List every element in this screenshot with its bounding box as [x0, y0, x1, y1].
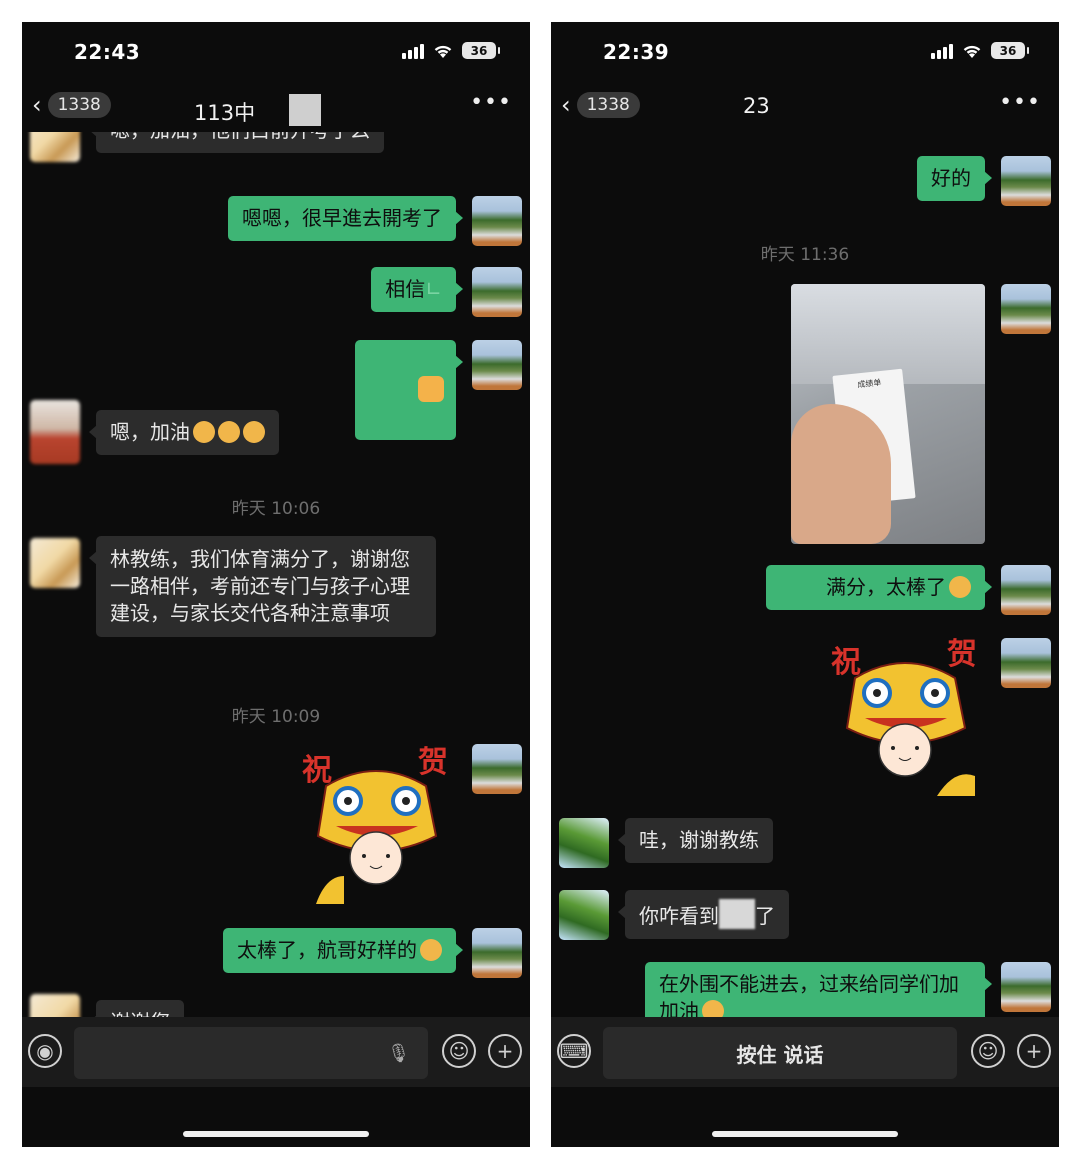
- my-avatar[interactable]: [1001, 156, 1051, 206]
- input-bar: ◉ 🎙 ☺ +: [22, 1017, 530, 1087]
- my-avatar[interactable]: [1001, 962, 1051, 1012]
- my-avatar[interactable]: [1001, 638, 1051, 688]
- message-bubble-incoming[interactable]: 嗯，加油，他们白前开考了么: [89, 132, 384, 153]
- message-input[interactable]: 🎙: [74, 1027, 428, 1079]
- message-bubble-incoming[interactable]: 嗯，加油: [89, 410, 279, 455]
- hold-to-talk-button[interactable]: 按住 说话: [603, 1027, 957, 1079]
- my-avatar[interactable]: [472, 744, 522, 794]
- status-bar: 22:43 36: [22, 22, 530, 84]
- emoji-icon[interactable]: ☺: [442, 1034, 476, 1068]
- message-bubble-outgoing[interactable]: 嗯嗯，很早進去開考了: [228, 196, 463, 241]
- my-avatar[interactable]: [472, 340, 522, 390]
- timestamp: 昨天 11:36: [760, 245, 850, 265]
- input-bar: ⌨ 按住 说话 ☺ +: [551, 1017, 1059, 1087]
- message-bubble-incoming[interactable]: 林教练，我们体育满分了，谢谢您一路相伴，考前还专门与孩子心理建设，与家长交代各种…: [89, 536, 436, 637]
- status-bar: 22:39 36: [551, 22, 1059, 84]
- wifi-icon: [434, 45, 452, 58]
- fist-emoji-icon: [418, 376, 444, 402]
- more-options-icon[interactable]: •••: [999, 90, 1041, 115]
- message-bubble-outgoing[interactable]: [355, 340, 463, 440]
- message-bubble-outgoing[interactable]: 满分，太棒了: [766, 565, 992, 610]
- message-bubble-incoming[interactable]: 你咋看到了: [618, 890, 789, 939]
- svg-text:贺: 贺: [947, 638, 977, 672]
- timestamp: 昨天 10:06: [231, 499, 321, 519]
- redacted-block: [719, 899, 755, 929]
- contact-avatar[interactable]: [559, 818, 609, 868]
- signal-icon: [402, 43, 424, 59]
- message-bubble-outgoing[interactable]: 相信∟: [371, 267, 463, 312]
- back-button[interactable]: ‹ 1338: [32, 92, 111, 118]
- message-list[interactable]: 好的 昨天 11:36 成绩单 满分，太棒了 祝 贺 哇，谢谢教练 你咋看到 了…: [551, 132, 1059, 1029]
- message-bubble-incoming[interactable]: 哇，谢谢教练: [618, 818, 773, 863]
- lion-dance-sticker[interactable]: 祝 贺: [825, 638, 985, 798]
- message-bubble-outgoing[interactable]: 好的: [917, 156, 992, 201]
- svg-text:贺: 贺: [418, 746, 448, 780]
- message-bubble-outgoing[interactable]: 太棒了，航哥好样的: [223, 928, 463, 973]
- home-indicator[interactable]: [712, 1131, 898, 1137]
- chevron-left-icon: ‹: [561, 91, 571, 119]
- back-button[interactable]: ‹ 1338: [561, 92, 640, 118]
- plus-icon[interactable]: +: [1017, 1034, 1051, 1068]
- home-indicator[interactable]: [183, 1131, 369, 1137]
- battery-icon: 36: [991, 42, 1029, 59]
- my-avatar[interactable]: [472, 928, 522, 978]
- svg-text:祝: 祝: [831, 645, 861, 680]
- unread-count-badge: 1338: [576, 92, 640, 118]
- hand-image: [791, 404, 891, 544]
- chat-title: 23: [743, 94, 770, 118]
- praying-hands-icon: [193, 421, 215, 443]
- photo-message[interactable]: 成绩单: [791, 284, 985, 544]
- redacted-block: [289, 94, 322, 126]
- timestamp: 昨天 10:09: [231, 707, 321, 727]
- contact-avatar[interactable]: [559, 890, 609, 940]
- chat-title: 113中: [194, 94, 322, 127]
- unread-count-badge: 1338: [47, 92, 111, 118]
- chat-screen-right: 22:39 36 ‹ 1338 23 ••• 好的 昨天 11:36 成绩单 满…: [551, 22, 1059, 1147]
- my-avatar[interactable]: [472, 267, 522, 317]
- microphone-icon[interactable]: 🎙: [387, 1043, 410, 1064]
- contact-avatar[interactable]: [30, 132, 80, 162]
- my-avatar[interactable]: [1001, 284, 1051, 334]
- voice-mode-icon[interactable]: ◉: [28, 1034, 62, 1068]
- thumbs-up-icon: [420, 939, 442, 961]
- chat-header: ‹ 1338 23 •••: [551, 84, 1059, 132]
- signal-icon: [931, 43, 953, 59]
- plus-icon[interactable]: +: [488, 1034, 522, 1068]
- wifi-icon: [963, 45, 981, 58]
- chat-screen-left: 22:43 36 ‹ 1338 113中 ••• 嗯，加油，他们白前开考了么 嗯…: [22, 22, 530, 1147]
- chat-header: ‹ 1338 113中 •••: [22, 84, 530, 132]
- lion-dance-sticker[interactable]: 祝 贺: [296, 746, 456, 906]
- status-time: 22:43: [74, 40, 141, 64]
- keyboard-icon[interactable]: ⌨: [557, 1034, 591, 1068]
- svg-text:祝: 祝: [302, 753, 332, 788]
- status-time: 22:39: [603, 40, 670, 64]
- emoji-icon[interactable]: ☺: [971, 1034, 1005, 1068]
- thumbs-up-icon: [949, 576, 971, 598]
- praying-hands-icon: [218, 421, 240, 443]
- battery-icon: 36: [462, 42, 500, 59]
- praying-hands-icon: [243, 421, 265, 443]
- my-avatar[interactable]: [1001, 565, 1051, 615]
- contact-avatar[interactable]: [30, 400, 80, 464]
- contact-avatar[interactable]: [30, 538, 80, 588]
- photo-background: [791, 284, 985, 384]
- message-list[interactable]: 嗯，加油，他们白前开考了么 嗯嗯，很早進去開考了 相信∟ 嗯，加油 昨天 10:…: [22, 132, 530, 1029]
- my-avatar[interactable]: [472, 196, 522, 246]
- chevron-left-icon: ‹: [32, 91, 42, 119]
- more-options-icon[interactable]: •••: [470, 90, 512, 115]
